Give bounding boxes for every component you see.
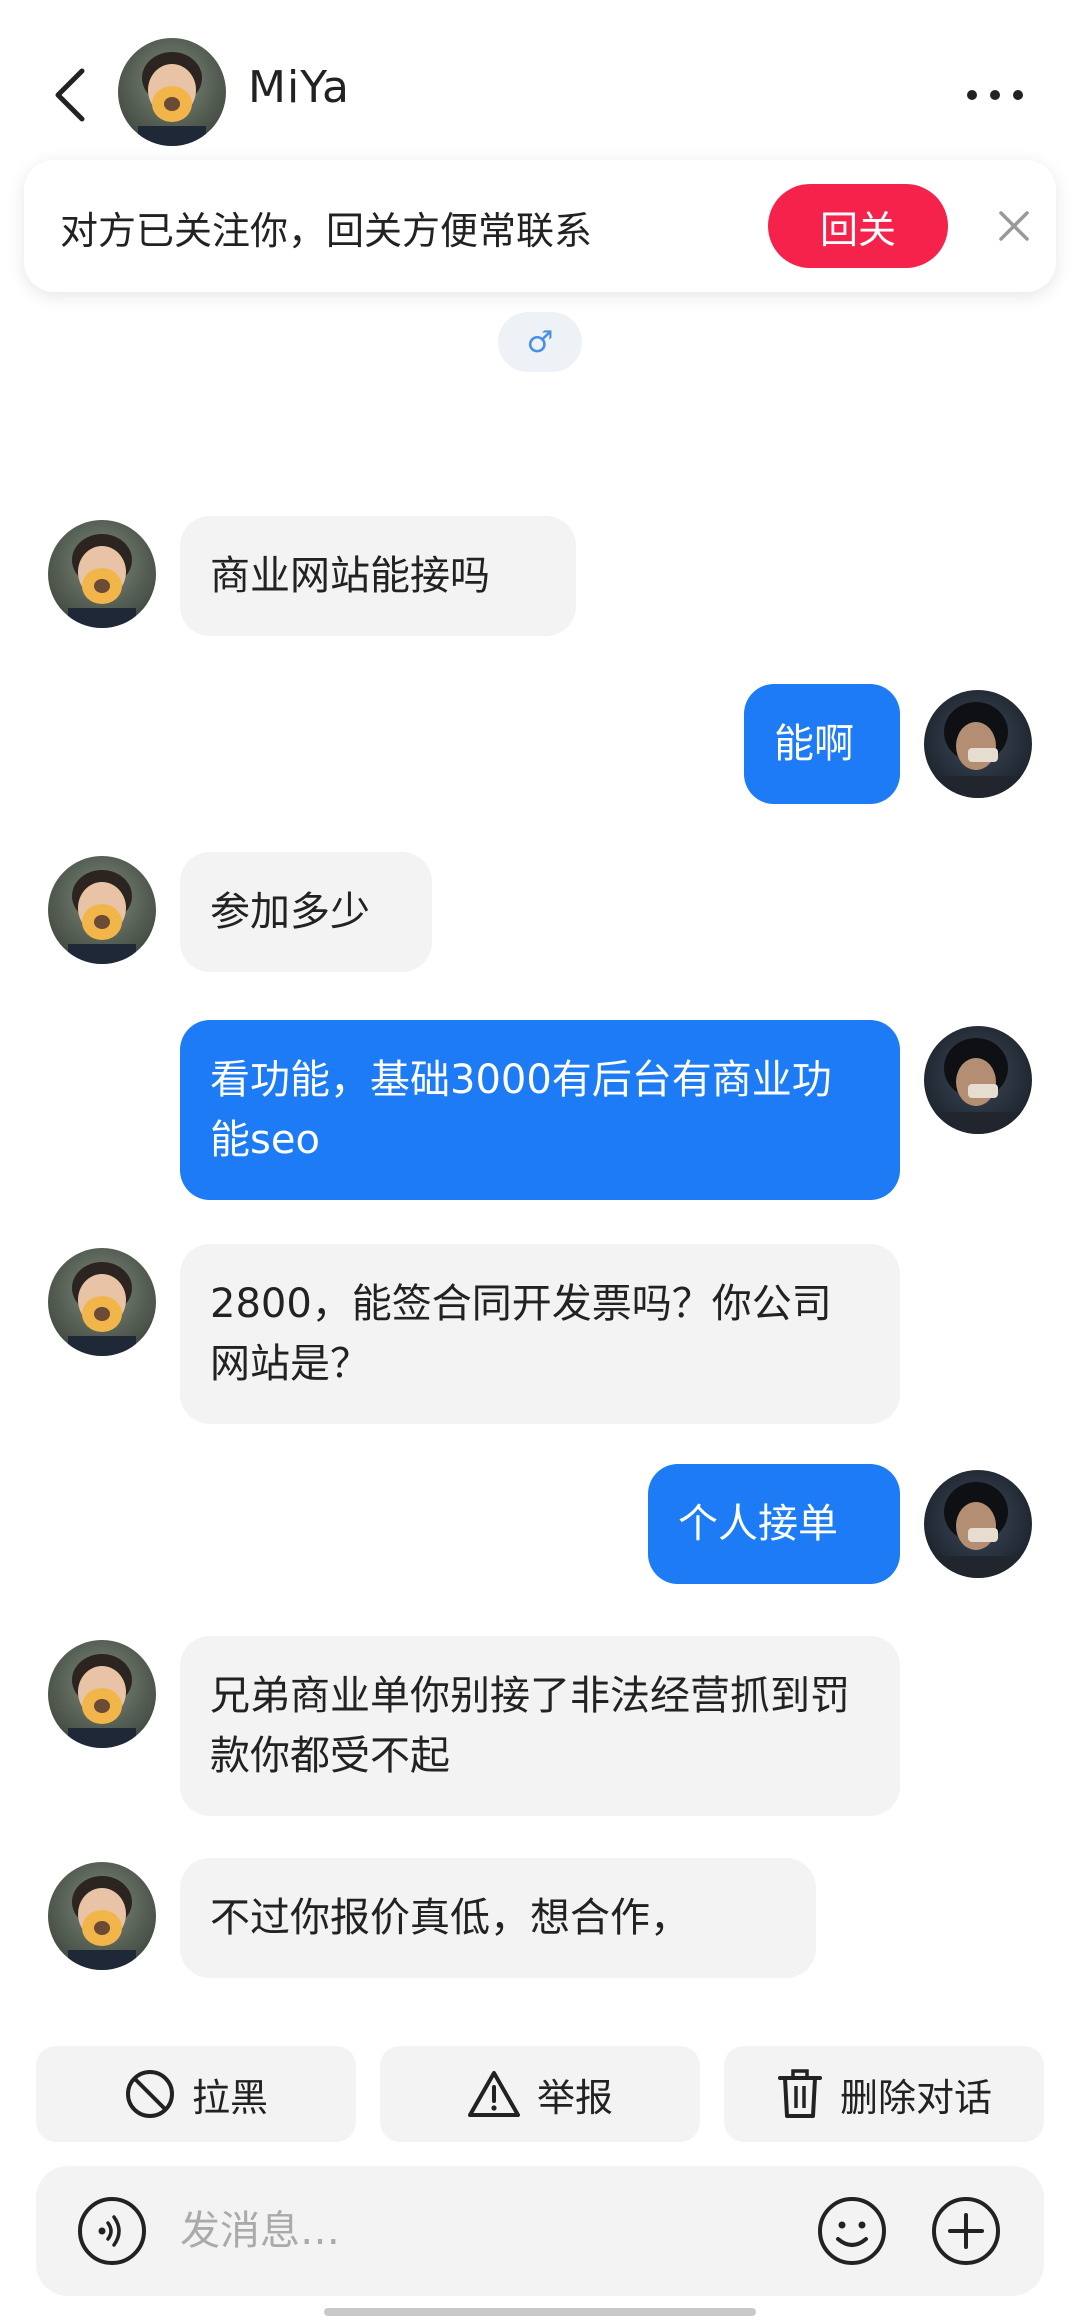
message-bubble-outgoing[interactable]: 个人接单 <box>648 1464 900 1584</box>
gender-badge: ♂ <box>498 312 582 372</box>
report-button[interactable]: 举报 <box>380 2046 700 2142</box>
message-bubble-outgoing[interactable]: 看功能，基础3000有后台有商业功能seo <box>180 1020 900 1200</box>
message-bubble-incoming[interactable]: 不过你报价真低，想合作， <box>180 1858 816 1978</box>
message-bubble-incoming[interactable]: 商业网站能接吗 <box>180 516 576 636</box>
voice-input-button[interactable] <box>76 2195 148 2267</box>
male-icon: ♂ <box>526 324 554 360</box>
block-button[interactable]: 拉黑 <box>36 2046 356 2142</box>
my-avatar[interactable] <box>924 690 1032 798</box>
report-label: 举报 <box>536 2075 613 2120</box>
contact-avatar[interactable] <box>48 1248 156 1356</box>
home-indicator[interactable] <box>324 2308 756 2316</box>
message-composer <box>36 2166 1044 2296</box>
more-input-options-button[interactable] <box>930 2195 1002 2267</box>
message-input[interactable] <box>180 2196 800 2266</box>
message-bubble-incoming[interactable]: 兄弟商业单你别接了非法经营抓到罚款你都受不起 <box>180 1636 900 1816</box>
chat-header: MiYa <box>0 0 1080 180</box>
message-bubble-outgoing[interactable]: 能啊 <box>744 684 900 804</box>
block-icon <box>125 2070 174 2118</box>
back-button[interactable] <box>40 55 100 135</box>
my-avatar[interactable] <box>924 1470 1032 1578</box>
contact-avatar[interactable] <box>118 38 226 146</box>
more-options-button[interactable] <box>955 60 1035 130</box>
emoji-button[interactable] <box>816 2195 888 2267</box>
voice-icon <box>78 2197 146 2265</box>
follow-back-button[interactable]: 回关 <box>768 184 948 268</box>
contact-name: MiYa <box>248 62 350 113</box>
plus-icon <box>932 2197 1000 2265</box>
close-icon <box>999 211 1029 241</box>
contact-avatar[interactable] <box>48 520 156 628</box>
banner-close-button[interactable] <box>984 196 1044 256</box>
emoji-icon <box>818 2197 886 2265</box>
delete-conversation-label: 删除对话 <box>839 2075 992 2120</box>
contact-avatar[interactable] <box>48 1862 156 1970</box>
warning-icon <box>467 2071 520 2117</box>
follow-back-prompt: 对方已关注你，回关方便常联系 <box>60 209 593 253</box>
contact-avatar[interactable] <box>48 856 156 964</box>
more-dots-icon <box>967 90 1023 100</box>
message-bubble-incoming[interactable]: 参加多少 <box>180 852 432 972</box>
contact-avatar[interactable] <box>48 1640 156 1748</box>
follow-back-banner: 对方已关注你，回关方便常联系 回关 <box>24 160 1056 292</box>
chevron-left-icon <box>55 68 85 122</box>
block-label: 拉黑 <box>191 2075 268 2120</box>
my-avatar[interactable] <box>924 1026 1032 1134</box>
trash-icon <box>777 2069 822 2118</box>
delete-conversation-button[interactable]: 删除对话 <box>724 2046 1044 2142</box>
quick-actions-bar: 拉黑 举报 删除对话 <box>36 2046 1044 2142</box>
message-bubble-incoming[interactable]: 2800，能签合同开发票吗？你公司网站是？ <box>180 1244 900 1424</box>
